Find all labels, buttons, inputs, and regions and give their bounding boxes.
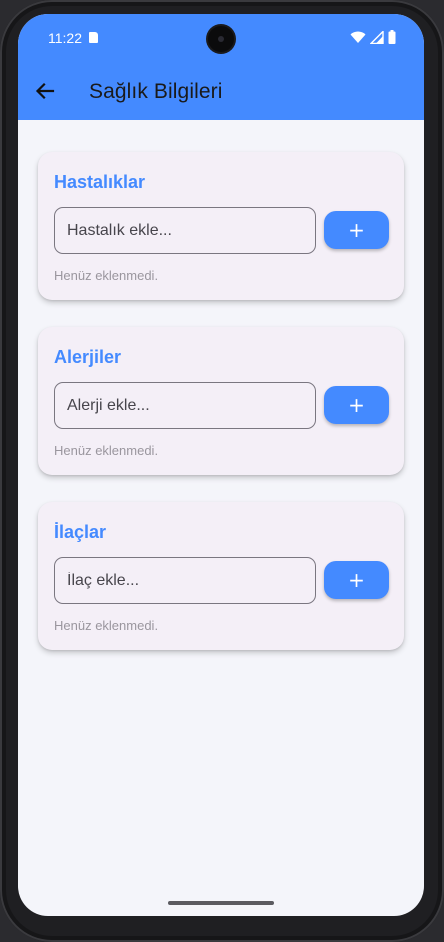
screen: 11:22 Sağlık Bilgileri Hastalıklar Hasta… xyxy=(18,14,424,916)
allergies-card: Alerjiler + Henüz eklenmedi. xyxy=(38,327,404,475)
status-time: 11:22 xyxy=(48,30,82,46)
status-icons xyxy=(350,30,396,44)
add-medication-button[interactable]: + xyxy=(324,561,389,599)
medication-input[interactable] xyxy=(54,557,316,604)
wifi-icon xyxy=(350,31,366,43)
home-indicator[interactable] xyxy=(168,901,274,905)
medications-title: İlaçlar xyxy=(54,522,107,542)
add-disease-button[interactable]: + xyxy=(324,211,389,249)
allergy-input[interactable] xyxy=(54,382,316,429)
battery-icon xyxy=(388,30,396,44)
diseases-title: Hastalıklar xyxy=(54,172,146,192)
sd-card-icon xyxy=(89,32,98,43)
medications-empty-text: Henüz eklenmedi. xyxy=(54,618,159,633)
page-title: Sağlık Bilgileri xyxy=(89,80,223,103)
allergies-title: Alerjiler xyxy=(54,347,122,367)
phone-frame: 11:22 Sağlık Bilgileri Hastalıklar Hasta… xyxy=(0,0,444,942)
disease-input[interactable] xyxy=(54,207,316,254)
medications-card: İlaçlar + Henüz eklenmedi. xyxy=(38,502,404,650)
signal-icon xyxy=(370,30,384,44)
add-allergy-button[interactable]: + xyxy=(324,386,389,424)
front-camera xyxy=(208,26,234,52)
diseases-empty-text: Henüz eklenmedi. xyxy=(54,268,159,283)
allergies-empty-text: Henüz eklenmedi. xyxy=(54,443,159,458)
app-bar: 11:22 Sağlık Bilgileri xyxy=(18,14,424,120)
status-bar: 11:22 xyxy=(18,14,424,62)
diseases-card: Hastalıklar + Henüz eklenmedi. xyxy=(38,152,404,300)
back-arrow-icon[interactable] xyxy=(32,78,58,104)
